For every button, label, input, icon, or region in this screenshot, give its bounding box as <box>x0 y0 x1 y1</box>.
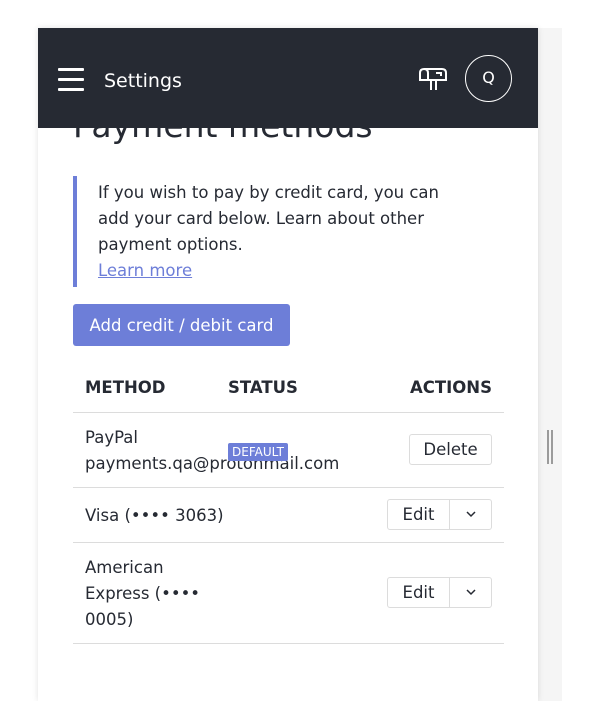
mailbox-icon[interactable] <box>418 66 448 92</box>
method-cell: Visa (•••• 3063) <box>85 506 224 525</box>
column-header-status: STATUS <box>228 378 298 397</box>
hamburger-icon[interactable] <box>58 68 84 92</box>
table-row: American Express (•••• 0005) Edit <box>73 543 504 644</box>
info-callout: If you wish to pay by credit card, you c… <box>73 176 473 287</box>
table-row: Visa (•••• 3063) Edit <box>73 488 504 543</box>
column-header-method: METHOD <box>85 378 166 397</box>
settings-panel: Settings Q Payment methods If you wish t… <box>38 28 538 701</box>
info-text: If you wish to pay by credit card, you c… <box>98 183 440 254</box>
avatar[interactable]: Q <box>465 55 512 102</box>
background-gutter <box>538 28 562 701</box>
table-header: METHOD STATUS ACTIONS <box>73 368 504 413</box>
actions-dropdown-button[interactable] <box>449 499 492 530</box>
actions-dropdown-button[interactable] <box>449 577 492 608</box>
chevron-down-icon <box>466 511 476 518</box>
action-button-group: Edit <box>387 577 492 608</box>
method-cell: PayPal payments.qa@protonmail.com <box>85 428 340 473</box>
resize-handle[interactable] <box>546 430 554 464</box>
edit-button[interactable]: Edit <box>387 499 450 530</box>
method-cell: American Express (•••• 0005) <box>85 558 201 629</box>
column-header-actions: ACTIONS <box>410 378 492 397</box>
top-bar-title: Settings <box>104 70 182 92</box>
action-button-group: Edit <box>387 499 492 530</box>
edit-button[interactable]: Edit <box>387 577 450 608</box>
add-card-button[interactable]: Add credit / debit card <box>73 304 290 346</box>
chevron-down-icon <box>466 589 476 596</box>
payment-methods-table: METHOD STATUS ACTIONS PayPal payments.qa… <box>73 368 504 644</box>
learn-more-link[interactable]: Learn more <box>98 258 192 284</box>
default-badge: DEFAULT <box>228 443 288 461</box>
table-row: PayPal payments.qa@protonmail.com DEFAUL… <box>73 413 504 488</box>
top-bar: Settings Q <box>38 28 538 128</box>
delete-button[interactable]: Delete <box>409 434 492 465</box>
